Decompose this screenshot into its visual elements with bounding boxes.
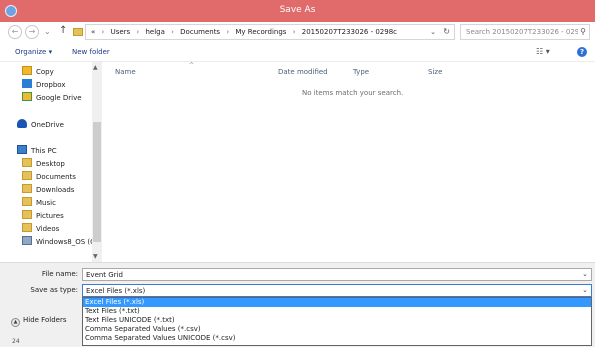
sort-indicator-icon: ^ [189, 62, 195, 69]
dropbox-icon [22, 79, 32, 88]
breadcrumb-documents[interactable]: Documents [180, 28, 220, 36]
pictures-folder-icon [22, 210, 32, 219]
column-header-type[interactable]: Type [353, 68, 369, 76]
column-header-name[interactable]: Name [115, 68, 136, 76]
hide-folders-button[interactable]: ▲ Hide Folders [11, 316, 66, 327]
address-bar[interactable]: « › Users › helga › Documents › My Recor… [85, 24, 455, 40]
scroll-down-icon[interactable]: ▼ [93, 253, 98, 260]
nav-item-windows8-os[interactable]: Windows8_OS (C [22, 236, 95, 248]
command-bar: Organize ▾ New folder ☷ ▾ ? [0, 42, 595, 62]
breadcrumb-helga[interactable]: helga [145, 28, 164, 36]
breadcrumb-my-recordings[interactable]: My Recordings [235, 28, 286, 36]
music-folder-icon [22, 197, 32, 206]
save-as-type-value: Excel Files (*.xls) [86, 287, 146, 295]
file-list: Name Date modified Type Size No items ma… [104, 62, 595, 262]
back-icon[interactable]: ← [8, 25, 22, 39]
scroll-up-icon[interactable]: ▲ [93, 64, 98, 71]
onedrive-icon [17, 119, 27, 128]
nav-item-downloads[interactable]: Downloads [22, 184, 74, 196]
videos-folder-icon [22, 223, 32, 232]
nav-item-desktop[interactable]: Desktop [22, 158, 65, 170]
nav-item-google-drive[interactable]: Google Drive [22, 92, 82, 104]
nav-item-music[interactable]: Music [22, 197, 56, 209]
file-name-label: File name: [41, 270, 78, 278]
nav-item-onedrive[interactable]: OneDrive [17, 119, 64, 131]
help-icon[interactable]: ? [577, 47, 587, 57]
organize-button[interactable]: Organize ▾ [15, 48, 52, 56]
recent-locations-icon[interactable]: ⌄ [44, 27, 51, 36]
taskbar-number: 24 [12, 338, 20, 345]
window-title: Save As [279, 5, 316, 15]
computer-icon [17, 145, 27, 154]
scrollbar-thumb[interactable] [93, 122, 101, 242]
file-name-input[interactable]: Event Grid [86, 271, 123, 279]
view-options-icon[interactable]: ☷ ▾ [536, 47, 550, 56]
empty-message: No items match your search. [302, 89, 404, 97]
nav-item-videos[interactable]: Videos [22, 223, 59, 235]
breadcrumb-overflow[interactable]: « [91, 28, 95, 36]
option-excel-files[interactable]: Excel Files (*.xls) [83, 298, 591, 307]
navigation-scrollbar[interactable]: ▲ ▼ [92, 62, 102, 262]
nav-item-documents[interactable]: Documents [22, 171, 76, 183]
save-as-type-select[interactable]: Excel Files (*.xls) ⌄ [82, 284, 592, 297]
chevron-up-icon: ▲ [11, 318, 20, 327]
copy-icon [22, 66, 32, 75]
chevron-down-icon[interactable]: ⌄ [582, 270, 588, 278]
nav-item-this-pc[interactable]: This PC [17, 145, 57, 157]
google-drive-icon [22, 92, 32, 101]
search-icon: ⚲ [580, 27, 586, 36]
breadcrumb-current-folder[interactable]: 20150207T233026 - 0298c [302, 28, 397, 36]
save-as-type-options: Excel Files (*.xls) Text Files (*.txt) T… [82, 297, 592, 346]
downloads-folder-icon [22, 184, 32, 193]
forward-icon[interactable]: → [25, 25, 39, 39]
address-row: ← → ⌄ ↑ « › Users › helga › Documents › … [0, 22, 595, 42]
new-folder-button[interactable]: New folder [72, 48, 110, 56]
desktop-folder-icon [22, 158, 32, 167]
title-bar: Save As [0, 0, 595, 22]
option-text-files[interactable]: Text Files (*.txt) [83, 307, 591, 316]
chevron-down-icon[interactable]: ⌄ [582, 286, 588, 294]
address-dropdown-icon[interactable]: ⌄ [430, 28, 436, 36]
nav-item-pictures[interactable]: Pictures [22, 210, 64, 222]
drive-icon [22, 236, 32, 245]
search-input[interactable]: Search 20150207T233026 - 029... [466, 28, 578, 36]
option-csv[interactable]: Comma Separated Values (*.csv) [83, 325, 591, 334]
column-header-size[interactable]: Size [428, 68, 442, 76]
folder-icon [73, 28, 83, 36]
breadcrumb: « › Users › helga › Documents › My Recor… [91, 28, 397, 36]
nav-item-dropbox[interactable]: Dropbox [22, 79, 66, 91]
file-name-field[interactable]: Event Grid ⌄ [82, 268, 592, 281]
search-box[interactable]: Search 20150207T233026 - 029... ⚲ [460, 24, 590, 40]
nav-item-copy[interactable]: Copy [22, 66, 54, 78]
documents-folder-icon [22, 171, 32, 180]
refresh-icon[interactable]: ↻ [443, 27, 450, 36]
up-arrow-icon[interactable]: ↑ [59, 25, 67, 36]
navigation-pane: Copy Dropbox Google Drive OneDrive This … [0, 62, 104, 262]
option-csv-unicode[interactable]: Comma Separated Values UNICODE (*.csv) [83, 334, 591, 343]
option-text-files-unicode[interactable]: Text Files UNICODE (*.txt) [83, 316, 591, 325]
breadcrumb-users[interactable]: Users [111, 28, 131, 36]
save-as-type-label: Save as type: [30, 286, 78, 294]
column-header-date-modified[interactable]: Date modified [278, 68, 328, 76]
